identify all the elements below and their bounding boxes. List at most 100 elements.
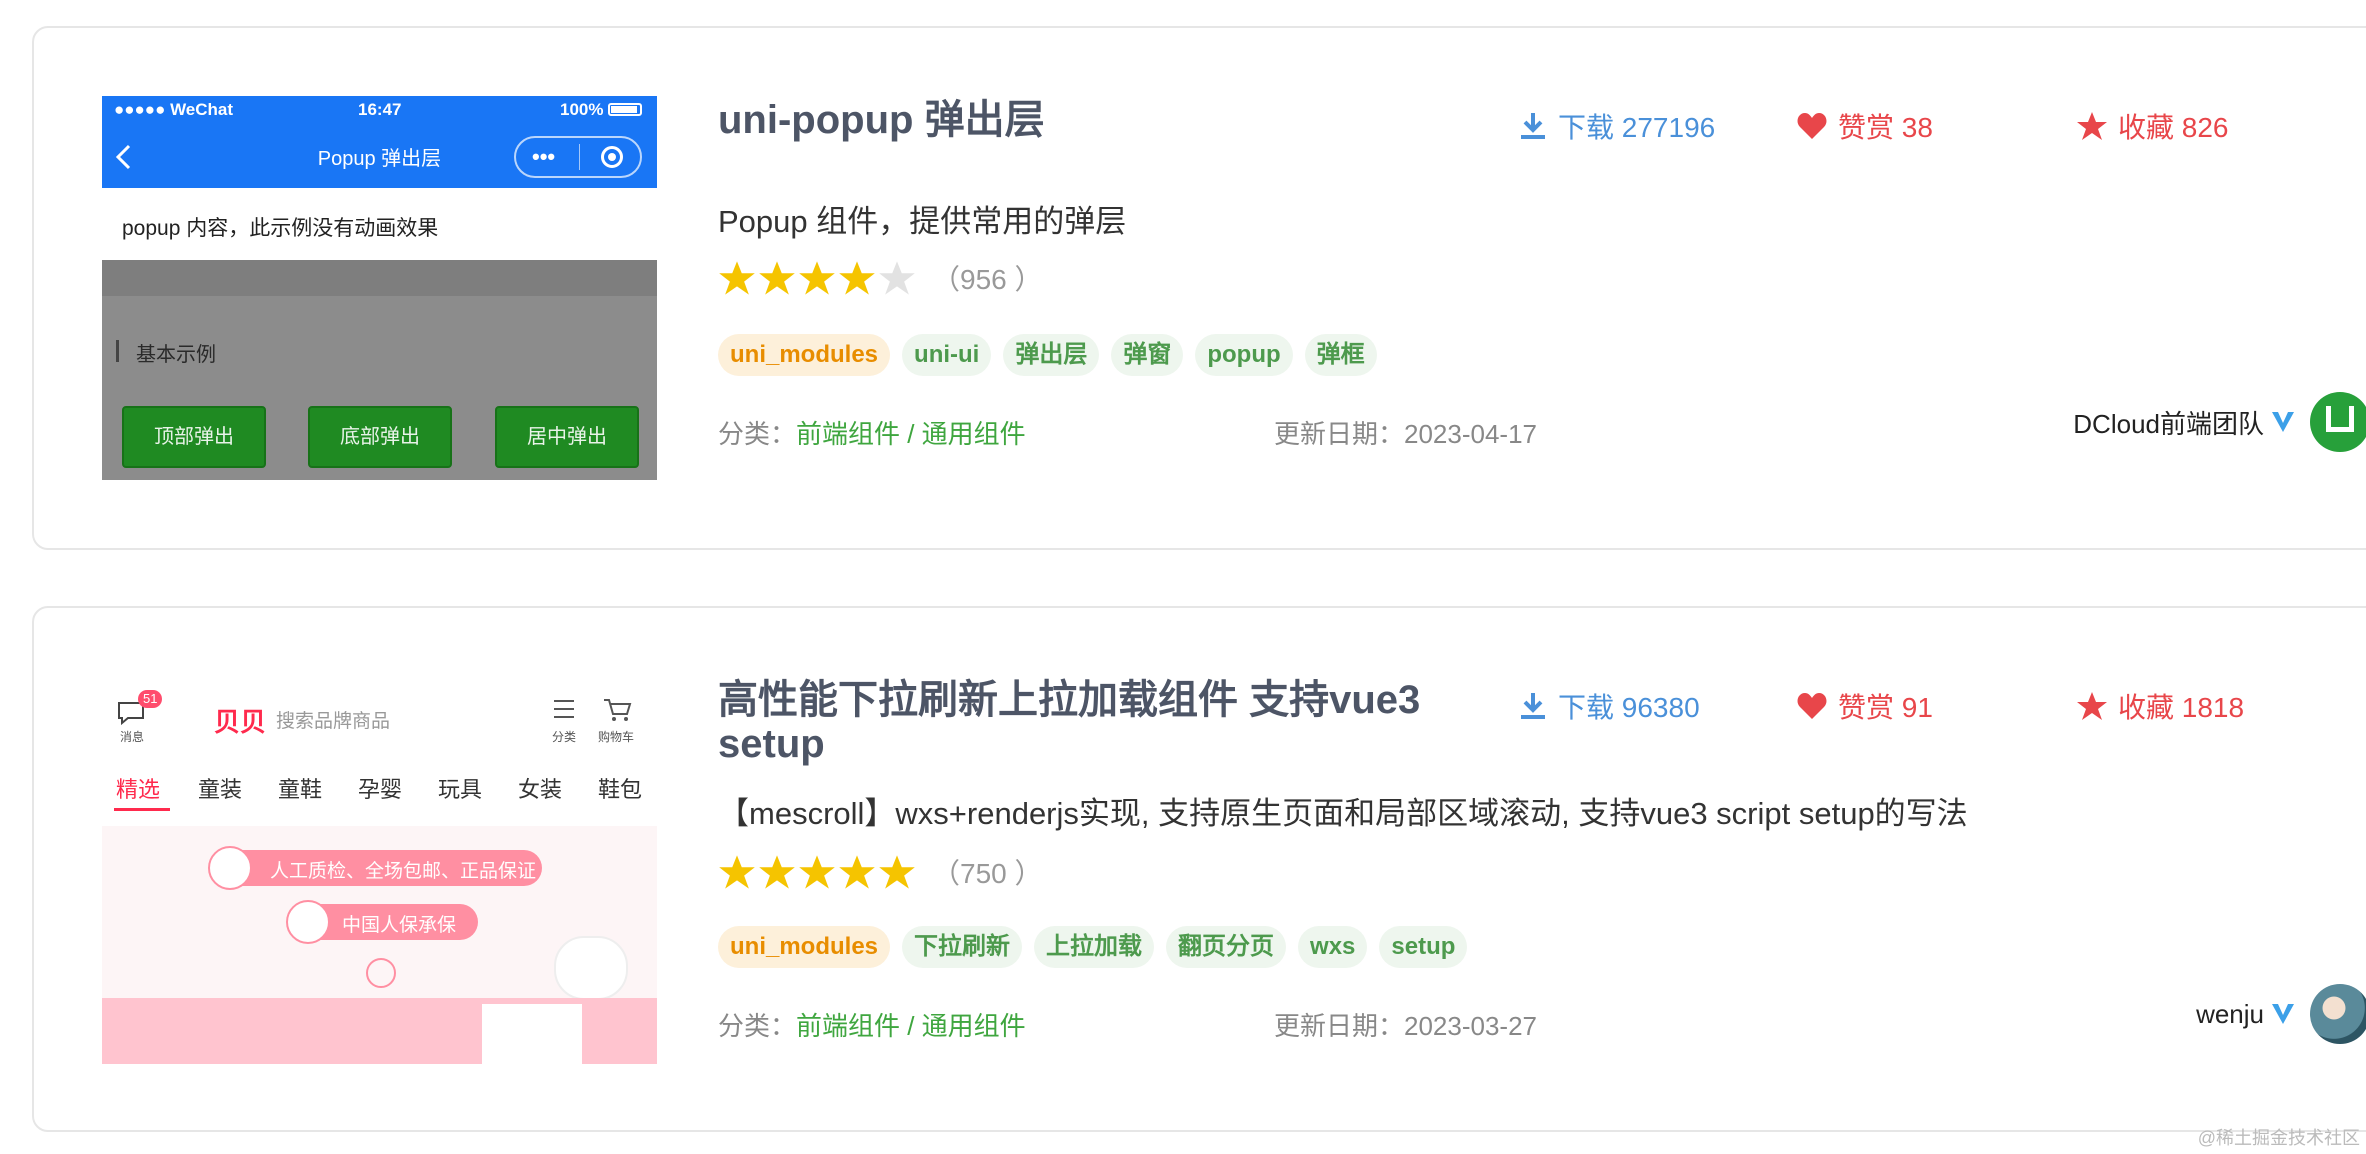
check-circle-icon — [208, 846, 252, 890]
favorite-button[interactable]: 收藏 826 — [2076, 106, 2229, 146]
shield-icon — [286, 900, 330, 944]
menu-icon — [554, 700, 574, 718]
star-filled-icon — [719, 261, 755, 295]
bear-mascot-icon — [554, 936, 628, 1000]
beibei-logo: 贝贝 — [214, 707, 267, 737]
plugin-description: Popup 组件，提供常用的弹层 — [718, 204, 1127, 239]
thumb-mask-strip — [102, 260, 657, 296]
tag[interactable]: popup — [1195, 334, 1293, 376]
author[interactable]: wenju — [2196, 984, 2366, 1044]
tag[interactable]: 弹窗 — [1111, 334, 1184, 376]
dcloud-logo-icon — [2326, 406, 2354, 432]
heart-icon — [1797, 113, 1827, 139]
tag[interactable]: 弹出层 — [1003, 334, 1100, 376]
tag-list: uni_modules uni-ui 弹出层 弹窗 popup 弹框 — [718, 334, 1389, 376]
thumb-section-label: 基本示例 — [136, 344, 216, 366]
thumb-banner-2-text: 中国人保承保 — [342, 915, 457, 936]
tag[interactable]: 上拉加载 — [1034, 926, 1155, 968]
star-filled-icon — [839, 855, 875, 889]
tag[interactable]: wxs — [1298, 926, 1368, 968]
message-label: 消息 — [120, 730, 145, 744]
star-filled-icon — [839, 261, 875, 295]
download-count: 下载 277196 — [1558, 112, 1716, 143]
rating-count: （750 ） — [932, 858, 1043, 889]
thumb-banner-2: 中国人保承保 — [286, 900, 478, 944]
download-icon — [1521, 113, 1545, 139]
category-link[interactable]: 前端组件 / 通用组件 — [796, 419, 1026, 449]
thumb-tab-active: 精选 — [116, 777, 161, 802]
category-line: 分类：前端组件 / 通用组件 — [718, 1006, 1026, 1043]
thumb-tab: 童鞋 — [278, 777, 323, 802]
author[interactable]: DCloud前端团队 — [2073, 392, 2366, 452]
category-tabs: 精选 童装 童鞋 孕婴 玩具 女装 鞋包 — [102, 772, 657, 812]
plugin-description: 【mescroll】wxs+renderjs实现, 支持原生页面和局部区域滚动,… — [718, 796, 1968, 831]
category-label: 分类： — [718, 1011, 797, 1041]
download-button[interactable]: 下载 96380 — [1518, 686, 1700, 726]
author-name[interactable]: wenju — [2196, 999, 2264, 1030]
verified-icon — [2272, 1004, 2294, 1024]
tag[interactable]: 弹框 — [1304, 334, 1377, 376]
like-count: 赞赏 38 — [1838, 112, 1933, 143]
like-button[interactable]: 赞赏 91 — [1796, 686, 1933, 726]
plugin-thumbnail[interactable]: 51 消息 贝贝 搜索品牌商品 分类 购物车 精选 童装 童鞋 孕婴 玩具 女装… — [102, 680, 657, 1064]
star-favorite-icon — [2077, 112, 2107, 140]
star-empty-icon — [879, 261, 915, 295]
favorite-count: 收藏 1818 — [2118, 692, 2245, 723]
message-badge: 51 — [138, 690, 163, 708]
thumb-carrier: ●●●●● WeChat — [114, 100, 234, 119]
category-line: 分类：前端组件 / 通用组件 — [718, 414, 1026, 451]
section-marker — [116, 340, 119, 362]
plugin-card[interactable]: ●●●●● WeChat 16:47 100% Popup 弹出层 ••• po… — [32, 26, 2366, 550]
thumb-popup-text: popup 内容，此示例没有动画效果 — [122, 217, 439, 240]
cart-icon — [604, 699, 632, 721]
star-filled-icon — [719, 855, 755, 889]
tag[interactable]: uni_modules — [718, 926, 891, 968]
update-date: 更新日期：2023-03-27 — [1274, 1011, 1537, 1041]
plugin-title[interactable]: uni-popup 弹出层 — [718, 98, 1478, 142]
plugin-thumbnail[interactable]: ●●●●● WeChat 16:47 100% Popup 弹出层 ••• po… — [102, 96, 657, 480]
star-filled-icon — [759, 855, 795, 889]
thumb-button-top: 顶部弹出 — [122, 406, 266, 468]
thumb-status-bar: ●●●●● WeChat 16:47 100% — [102, 96, 657, 124]
favorite-button[interactable]: 收藏 1818 — [2076, 686, 2244, 726]
thumb-tab: 女装 — [518, 777, 563, 802]
search-placeholder: 搜索品牌商品 — [276, 711, 391, 732]
thumb-product-image — [482, 1004, 582, 1064]
thumb-button-bottom: 底部弹出 — [308, 406, 452, 468]
more-dots-icon: ••• — [532, 144, 556, 169]
avatar[interactable] — [2310, 984, 2366, 1044]
capsule-divider — [579, 144, 580, 170]
tag[interactable]: uni_modules — [718, 334, 891, 376]
watermark: @稀土掘金技术社区 — [2197, 1128, 2360, 1148]
rating-stars: （750 ） — [718, 852, 1043, 892]
star-filled-icon — [799, 261, 835, 295]
tag[interactable]: setup — [1379, 926, 1468, 968]
download-icon — [1521, 693, 1545, 719]
tag[interactable]: uni-ui — [902, 334, 992, 376]
like-button[interactable]: 赞赏 38 — [1796, 106, 1933, 146]
star-filled-icon — [799, 855, 835, 889]
star-filled-icon — [759, 261, 795, 295]
heart-icon — [1797, 693, 1827, 719]
tag[interactable]: 翻页分页 — [1166, 926, 1287, 968]
thumb-banner-1: 人工质检、全场包邮、正品保证 — [208, 846, 542, 890]
category-label: 分类： — [718, 419, 797, 449]
plugin-title[interactable]: 高性能下拉刷新上拉加载组件 支持vue3 setup — [718, 678, 1478, 766]
category-link[interactable]: 前端组件 / 通用组件 — [796, 1011, 1026, 1041]
download-count: 下载 96380 — [1558, 692, 1700, 723]
star-filled-icon — [879, 855, 915, 889]
thumb-popup: popup 内容，此示例没有动画效果 — [102, 188, 657, 260]
author-name[interactable]: DCloud前端团队 — [2073, 404, 2264, 441]
download-button[interactable]: 下载 277196 — [1518, 106, 1715, 146]
close-mini-icon — [601, 146, 623, 168]
thumb-tab: 孕婴 — [358, 777, 403, 802]
avatar[interactable] — [2310, 392, 2366, 452]
plugin-card[interactable]: 51 消息 贝贝 搜索品牌商品 分类 购物车 精选 童装 童鞋 孕婴 玩具 女装… — [32, 606, 2366, 1132]
battery-icon — [608, 103, 642, 116]
thumb-battery: 100% — [560, 100, 604, 119]
thumb-tab: 玩具 — [438, 777, 483, 802]
rating-stars: （956 ） — [718, 258, 1043, 298]
update-date: 更新日期：2023-04-17 — [1274, 419, 1537, 449]
tag[interactable]: 下拉刷新 — [902, 926, 1023, 968]
thumb-time: 16:47 — [358, 100, 402, 119]
